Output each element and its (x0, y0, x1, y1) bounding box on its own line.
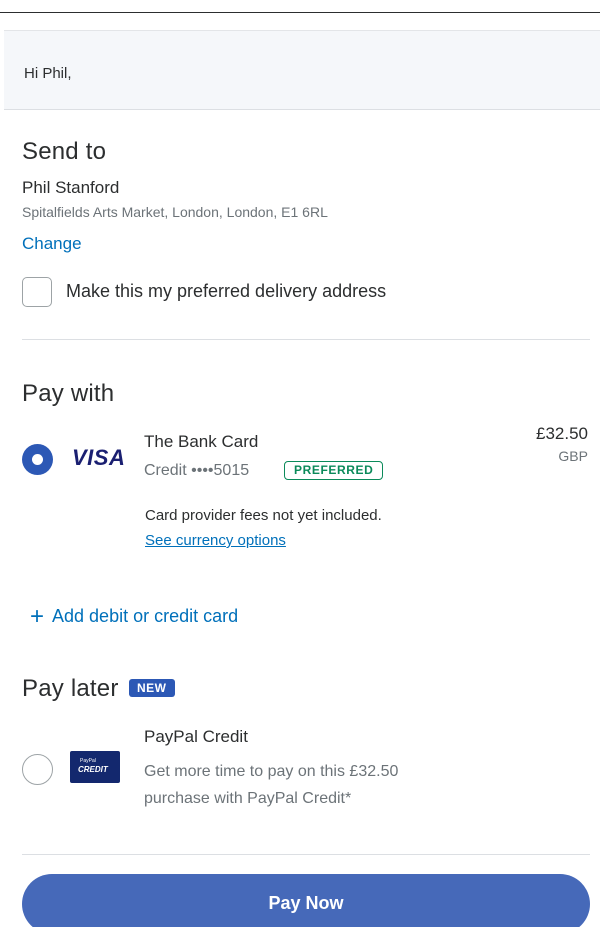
card-fees-note: Card provider fees not yet included. (145, 507, 382, 524)
visa-logo-icon: VISA (72, 445, 126, 470)
payment-amount: £32.50 (536, 424, 588, 443)
new-badge: NEW (129, 679, 175, 697)
paypal-credit-logo-icon: PayPal CREDIT (70, 751, 120, 783)
credit-logo-big-text: CREDIT (78, 765, 108, 774)
paypal-credit-radio[interactable] (22, 754, 53, 785)
payment-currency: GBP (558, 448, 588, 464)
bank-card-radio[interactable] (22, 444, 53, 475)
credit-logo-small-text: PayPal (80, 758, 96, 764)
card-name[interactable]: The Bank Card (144, 432, 258, 452)
greeting-text: Hi Phil, (24, 65, 72, 82)
paypal-credit-description: Get more time to pay on this £32.50 purc… (144, 763, 399, 807)
recipient-name: Phil Stanford (22, 178, 120, 197)
add-card-label: Add debit or credit card (52, 606, 239, 626)
add-card-button[interactable]: + Add debit or credit card (30, 603, 238, 631)
send-to-heading: Send to (22, 138, 107, 165)
section-divider (22, 854, 590, 855)
recipient-address: Spitalfields Arts Market, London, London… (22, 204, 328, 220)
pay-later-heading: Pay later (22, 675, 119, 702)
preferred-address-label[interactable]: Make this my preferred delivery address (66, 281, 386, 302)
change-address-link[interactable]: Change (22, 234, 82, 254)
pay-now-button[interactable]: Pay Now (22, 874, 590, 927)
currency-options-link[interactable]: See currency options (145, 532, 286, 549)
card-detail: Credit ••••5015 (144, 462, 250, 479)
plus-icon: + (30, 603, 45, 630)
section-divider (22, 339, 590, 340)
preferred-badge: PREFERRED (284, 461, 384, 480)
preferred-address-checkbox[interactable] (22, 277, 52, 307)
paypal-credit-title[interactable]: PayPal Credit (144, 727, 248, 747)
greeting-banner: Hi Phil, (4, 30, 600, 110)
pay-with-heading: Pay with (22, 380, 115, 407)
top-divider (0, 12, 600, 13)
